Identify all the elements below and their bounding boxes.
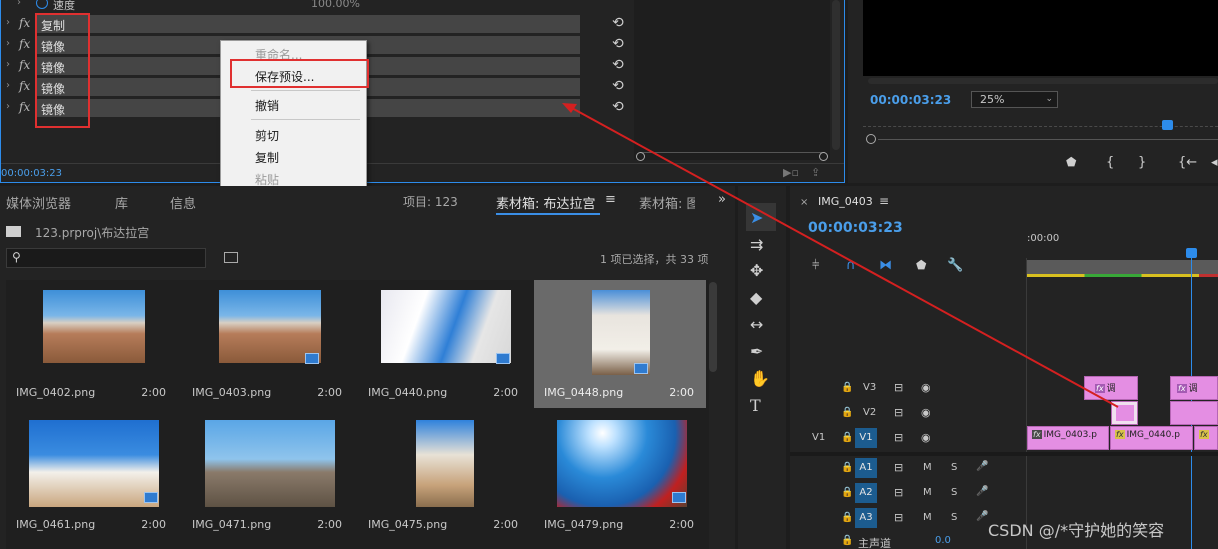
annotation-arrows [562, 103, 1119, 408]
annotation-arrow-line [569, 106, 1119, 408]
annotation-arrow-head [562, 103, 577, 113]
watermark: CSDN @/*守护她的笑容 [988, 521, 1165, 540]
